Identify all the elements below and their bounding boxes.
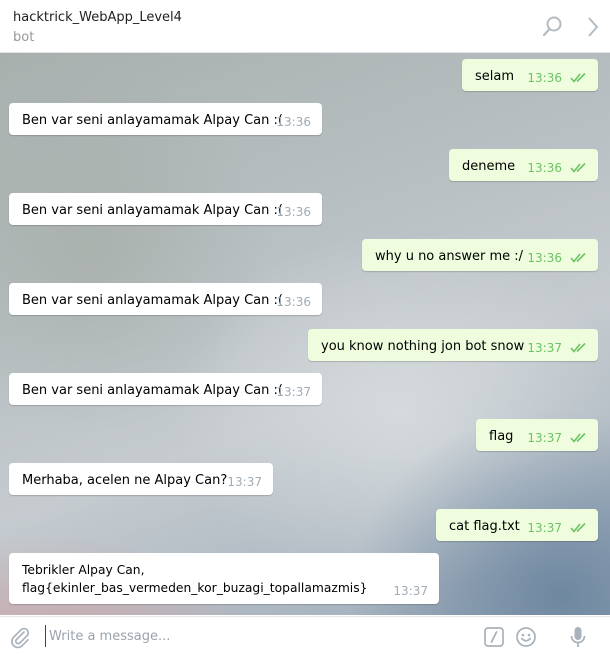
message-time: 13:36 <box>527 251 562 265</box>
search-icon[interactable] <box>540 14 566 40</box>
slash-command-icon[interactable] <box>482 625 506 649</box>
message-incoming[interactable]: Ben var seni anlayamamak Alpay Can :( 13… <box>9 193 322 225</box>
message-text: flag <box>489 429 514 444</box>
message-input[interactable] <box>45 625 429 647</box>
message-outgoing[interactable]: selam 13:36 <box>462 59 598 91</box>
message-time: 13:37 <box>393 584 428 598</box>
message-incoming[interactable]: Merhaba, acelen ne Alpay Can? 13:37 <box>9 463 273 495</box>
message-text: selam <box>475 69 515 84</box>
read-ticks-icon <box>570 252 586 263</box>
message-time: 13:36 <box>276 205 311 219</box>
message-text: Tebrikler Alpay Can, flag{ekinler_bas_ve… <box>22 563 368 595</box>
message-time: 13:36 <box>276 295 311 309</box>
read-ticks-icon <box>570 162 586 173</box>
message-time: 13:37 <box>527 521 562 535</box>
message-text: Ben var seni anlayamamak Alpay Can :( <box>22 383 283 398</box>
message-outgoing[interactable]: flag 13:37 <box>476 419 598 451</box>
message-incoming[interactable]: Ben var seni anlayamamak Alpay Can :( 13… <box>9 103 322 135</box>
message-text: you know nothing jon bot snow <box>321 339 525 354</box>
chat-status: bot <box>13 30 35 45</box>
chat-title[interactable]: hacktrick_WebApp_Level4 <box>13 10 182 25</box>
read-ticks-icon <box>570 432 586 443</box>
message-composer <box>0 616 610 655</box>
message-text: Merhaba, acelen ne Alpay Can? <box>22 473 228 488</box>
message-text: deneme <box>462 159 516 174</box>
message-time: 13:36 <box>276 115 311 129</box>
message-outgoing[interactable]: deneme 13:36 <box>449 149 598 181</box>
message-time: 13:37 <box>527 431 562 445</box>
message-history[interactable]: selam 13:36 Ben var seni anlayamamak Alp… <box>0 53 610 615</box>
message-text: why u no answer me :/ <box>375 249 524 264</box>
message-outgoing[interactable]: why u no answer me :/ 13:36 <box>362 239 598 271</box>
message-time: 13:37 <box>527 341 562 355</box>
message-time: 13:37 <box>227 475 262 489</box>
read-ticks-icon <box>570 72 586 83</box>
read-ticks-icon <box>570 342 586 353</box>
emoji-icon[interactable] <box>514 625 538 649</box>
microphone-icon[interactable] <box>566 625 590 649</box>
message-outgoing[interactable]: cat flag.txt 13:37 <box>436 509 598 541</box>
attach-icon[interactable] <box>8 625 32 649</box>
message-text: Ben var seni anlayamamak Alpay Can :( <box>22 203 283 218</box>
chevron-right-icon[interactable] <box>582 14 608 40</box>
message-outgoing[interactable]: you know nothing jon bot snow 13:37 <box>308 329 598 361</box>
read-ticks-icon <box>570 522 586 533</box>
message-incoming[interactable]: Ben var seni anlayamamak Alpay Can :( 13… <box>9 283 322 315</box>
message-text: cat flag.txt <box>449 519 520 534</box>
message-time: 13:36 <box>527 161 562 175</box>
message-text: Ben var seni anlayamamak Alpay Can :( <box>22 293 283 308</box>
message-incoming[interactable]: Ben var seni anlayamamak Alpay Can :( 13… <box>9 373 322 405</box>
message-time: 13:36 <box>527 71 562 85</box>
message-text: Ben var seni anlayamamak Alpay Can :( <box>22 113 283 128</box>
message-incoming[interactable]: Tebrikler Alpay Can, flag{ekinler_bas_ve… <box>9 553 439 604</box>
chat-header: hacktrick_WebApp_Level4 bot <box>0 0 610 53</box>
message-time: 13:37 <box>276 385 311 399</box>
